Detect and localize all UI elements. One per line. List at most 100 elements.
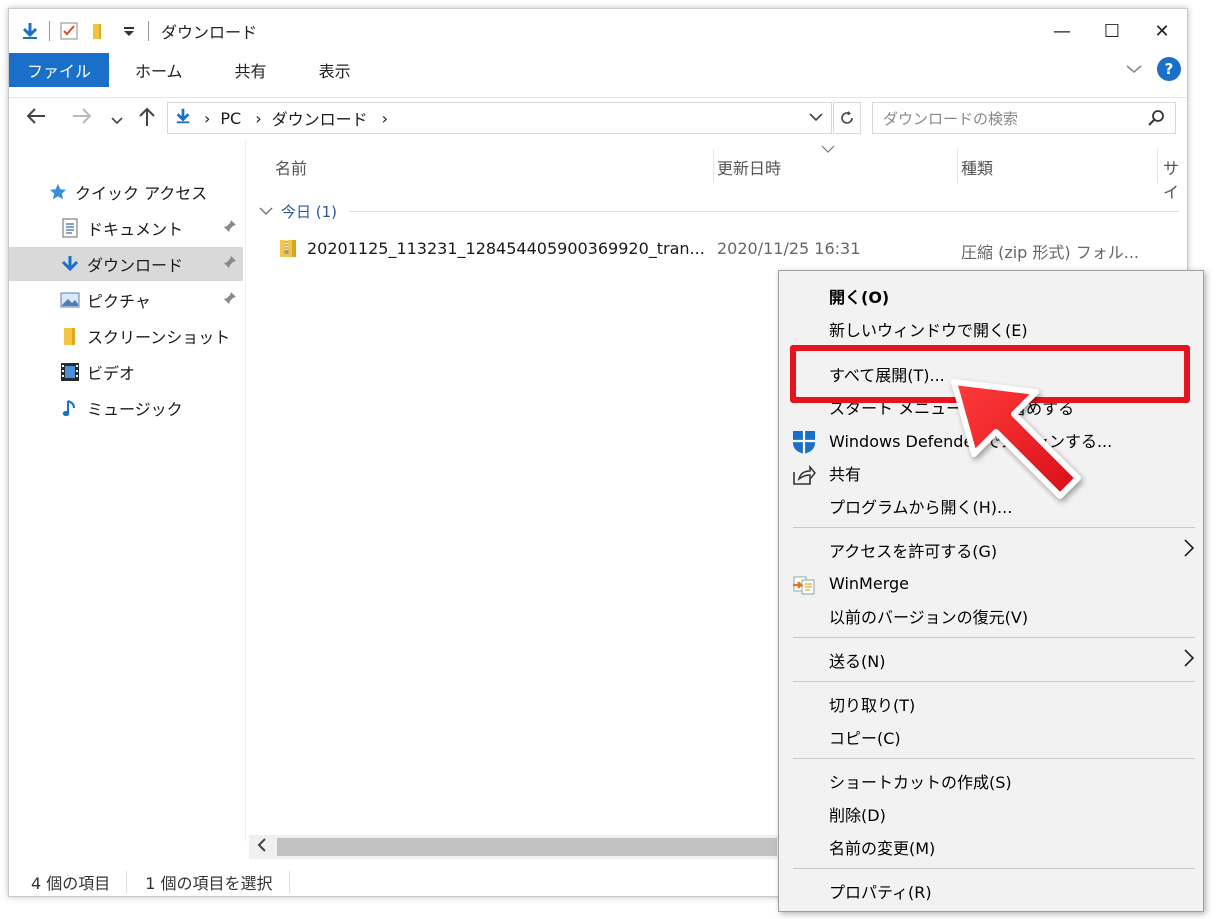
menu-item-restore-previous[interactable]: 以前のバージョンの復元(V) bbox=[779, 601, 1203, 631]
star-icon bbox=[47, 181, 69, 203]
breadcrumb-downloads[interactable]: ダウンロード bbox=[272, 106, 368, 130]
sidebar-item-label: ドキュメント bbox=[87, 220, 184, 239]
menu-item-copy[interactable]: コピー(C) bbox=[779, 722, 1203, 752]
menu-item-give-access[interactable]: アクセスを許可する(G) bbox=[779, 535, 1203, 565]
tab-home[interactable]: ホーム bbox=[109, 53, 209, 87]
scrollbar-thumb[interactable] bbox=[277, 838, 777, 856]
file-name: 20201125_113231_128454405900369920_tran.… bbox=[307, 239, 705, 258]
picture-icon bbox=[59, 289, 81, 311]
breadcrumb-chevron-icon[interactable]: › bbox=[204, 109, 210, 128]
file-date: 2020/11/25 16:31 bbox=[717, 239, 861, 258]
tab-share[interactable]: 共有 bbox=[209, 53, 293, 87]
column-header-date[interactable]: 更新日時 bbox=[717, 155, 781, 179]
pane-divider[interactable] bbox=[245, 141, 246, 841]
download-arrow-icon[interactable] bbox=[19, 20, 41, 42]
pointer-arrow-annotation bbox=[951, 379, 1081, 499]
sort-down-icon bbox=[821, 143, 835, 156]
menu-item-label: 削除(D) bbox=[829, 806, 886, 825]
ribbon-tabs: ファイル ホーム 共有 表示 ? bbox=[9, 53, 1187, 87]
menu-item-label: プロパティ(R) bbox=[829, 883, 932, 902]
pin-icon[interactable] bbox=[223, 291, 237, 309]
menu-separator bbox=[793, 637, 1195, 638]
menu-item-delete[interactable]: 削除(D) bbox=[779, 799, 1203, 829]
music-icon bbox=[59, 397, 81, 419]
menu-item-properties[interactable]: プロパティ(R) bbox=[779, 876, 1203, 906]
menu-item-winmerge[interactable]: WinMerge bbox=[779, 568, 1203, 598]
menu-item-rename[interactable]: 名前の変更(M) bbox=[779, 832, 1203, 862]
scroll-left-icon[interactable] bbox=[257, 837, 267, 857]
menu-item-label: 名前の変更(M) bbox=[829, 839, 936, 858]
recent-locations-icon[interactable] bbox=[111, 110, 123, 131]
minimize-button[interactable]: — bbox=[1037, 9, 1087, 53]
pin-icon[interactable] bbox=[223, 219, 237, 237]
nav-quick-access-label: クイック アクセス bbox=[75, 184, 208, 203]
menu-item-label: 切り取り(T) bbox=[829, 696, 916, 715]
menu-separator bbox=[793, 527, 1195, 528]
defender-shield-icon bbox=[791, 429, 817, 455]
sidebar-item-pictures[interactable]: ピクチャ bbox=[9, 283, 243, 317]
menu-item-label: 送る(N) bbox=[829, 652, 886, 671]
menu-item-label: 共有 bbox=[829, 465, 862, 484]
refresh-button[interactable] bbox=[833, 102, 861, 134]
folder-icon bbox=[59, 325, 81, 347]
pin-icon[interactable] bbox=[223, 255, 237, 273]
menu-item-create-shortcut[interactable]: ショートカットの作成(S) bbox=[779, 766, 1203, 796]
column-headers: 名前 更新日時 種類 サイ bbox=[253, 143, 1187, 202]
sidebar-item-downloads[interactable]: ダウンロード bbox=[9, 247, 243, 281]
column-separator[interactable] bbox=[713, 149, 714, 183]
column-separator[interactable] bbox=[1157, 149, 1158, 183]
download-location-icon bbox=[174, 107, 192, 129]
up-arrow-icon[interactable] bbox=[137, 106, 157, 133]
menu-item-send-to[interactable]: 送る(N) bbox=[779, 645, 1203, 675]
menu-item-label: 開く(O) bbox=[829, 288, 890, 307]
file-row[interactable]: 20201125_113231_128454405900369920_tran.… bbox=[277, 235, 1177, 263]
sidebar-item-label: スクリーンショット bbox=[87, 328, 231, 347]
column-header-size[interactable]: サイ bbox=[1163, 155, 1187, 203]
window-controls: — ☐ ✕ bbox=[1037, 9, 1187, 53]
close-button[interactable]: ✕ bbox=[1137, 9, 1187, 53]
breadcrumb-chevron-icon[interactable]: › bbox=[382, 109, 388, 128]
address-bar[interactable]: › PC › ダウンロード › bbox=[167, 102, 832, 134]
menu-separator bbox=[793, 758, 1195, 759]
menu-item-open[interactable]: 開く(O) bbox=[779, 281, 1203, 311]
menu-item-open-new-window[interactable]: 新しいウィンドウで開く(E) bbox=[779, 314, 1203, 344]
address-dropdown-icon[interactable] bbox=[809, 110, 823, 126]
maximize-button[interactable]: ☐ bbox=[1087, 9, 1137, 53]
menu-separator bbox=[793, 681, 1195, 682]
menu-item-cut[interactable]: 切り取り(T) bbox=[779, 689, 1203, 719]
tab-view[interactable]: 表示 bbox=[293, 53, 377, 87]
search-placeholder: ダウンロードの検索 bbox=[883, 109, 1019, 128]
breadcrumb-pc[interactable]: PC bbox=[220, 109, 241, 128]
customize-toolbar-icon[interactable] bbox=[118, 20, 140, 42]
column-header-type[interactable]: 種類 bbox=[961, 155, 993, 179]
sidebar-item-documents[interactable]: ドキュメント bbox=[9, 211, 243, 245]
selection-count: 1 個の項目を選択 bbox=[145, 874, 273, 893]
forward-arrow-icon[interactable] bbox=[71, 106, 93, 131]
menu-item-label: 新しいウィンドウで開く(E) bbox=[829, 321, 1028, 340]
nav-quick-access[interactable]: クイック アクセス bbox=[9, 175, 243, 209]
column-separator[interactable] bbox=[957, 149, 958, 183]
back-arrow-icon[interactable] bbox=[25, 106, 47, 131]
menu-item-label: WinMerge bbox=[829, 573, 909, 593]
column-header-name[interactable]: 名前 bbox=[275, 155, 307, 179]
window-title: ダウンロード bbox=[161, 23, 258, 42]
ribbon-right: ? bbox=[1125, 57, 1181, 81]
file-type: 圧縮 (zip 形式) フォル... bbox=[961, 243, 1140, 262]
properties-icon[interactable] bbox=[58, 20, 80, 42]
status-separator bbox=[288, 871, 290, 893]
new-folder-icon[interactable] bbox=[88, 20, 110, 42]
group-divider bbox=[349, 210, 1179, 212]
ribbon-expand-icon[interactable] bbox=[1125, 60, 1143, 79]
help-button[interactable]: ? bbox=[1157, 57, 1181, 81]
menu-separator bbox=[793, 868, 1195, 869]
collapse-chevron-icon[interactable] bbox=[259, 202, 281, 220]
tab-file[interactable]: ファイル bbox=[9, 53, 110, 87]
sidebar-item-screenshots[interactable]: スクリーンショット bbox=[9, 319, 243, 353]
sidebar-item-label: ダウンロード bbox=[87, 256, 184, 275]
sidebar-item-videos[interactable]: ビデオ bbox=[9, 355, 243, 389]
breadcrumb-chevron-icon[interactable]: › bbox=[255, 109, 261, 128]
group-header-today[interactable]: 今日 (1) bbox=[259, 199, 1179, 223]
share-icon bbox=[791, 462, 817, 488]
sidebar-item-music[interactable]: ミュージック bbox=[9, 391, 243, 425]
search-input[interactable]: ダウンロードの検索 bbox=[872, 102, 1176, 134]
